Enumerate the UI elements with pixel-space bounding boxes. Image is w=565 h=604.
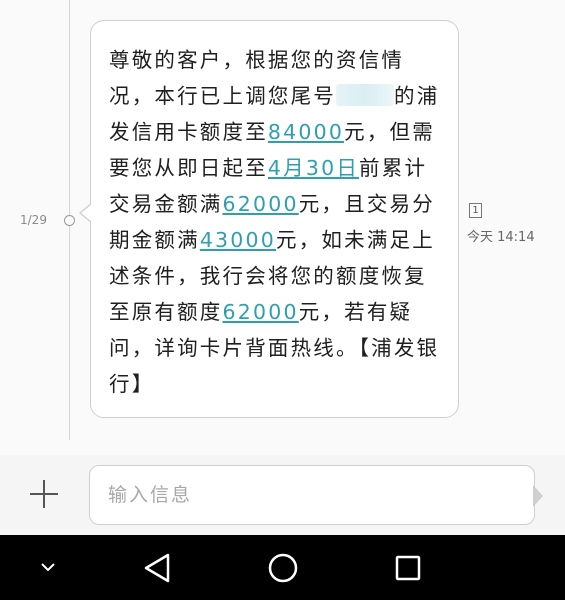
sim-card-icon: 1 (469, 203, 482, 218)
message-timestamp: 今天 14:14 (467, 230, 535, 245)
message-link[interactable]: 4月30日 (268, 156, 359, 180)
home-icon[interactable] (253, 535, 313, 600)
back-icon[interactable] (128, 535, 188, 600)
redacted-card-number (336, 84, 394, 106)
message-link[interactable]: 43000 (200, 228, 276, 252)
message-link[interactable]: 84000 (268, 120, 344, 144)
bubble-tail-fill (81, 204, 92, 222)
recents-icon[interactable] (378, 535, 438, 600)
collapse-icon[interactable] (18, 535, 78, 600)
composer-bar: 输入信息 (0, 455, 565, 535)
message-bubble[interactable]: 尊敬的客户，根据您的资信情况，本行已上调您尾号 的浦发信用卡额度至84000元，但… (90, 20, 459, 418)
timeline-dot (64, 215, 75, 226)
message-link[interactable]: 62000 (223, 300, 299, 324)
add-attachment-button[interactable] (28, 477, 62, 511)
message-counter: 1/29 (20, 213, 47, 227)
message-text: 尊敬的客户，根据您的资信情况，本行已上调您尾号 的浦发信用卡额度至84000元，但… (109, 42, 442, 402)
message-input[interactable]: 输入信息 (89, 465, 535, 525)
message-link[interactable]: 62000 (223, 192, 299, 216)
navigation-bar (0, 535, 565, 600)
send-arrow-icon[interactable] (533, 485, 543, 507)
message-input-placeholder: 输入信息 (108, 484, 193, 506)
